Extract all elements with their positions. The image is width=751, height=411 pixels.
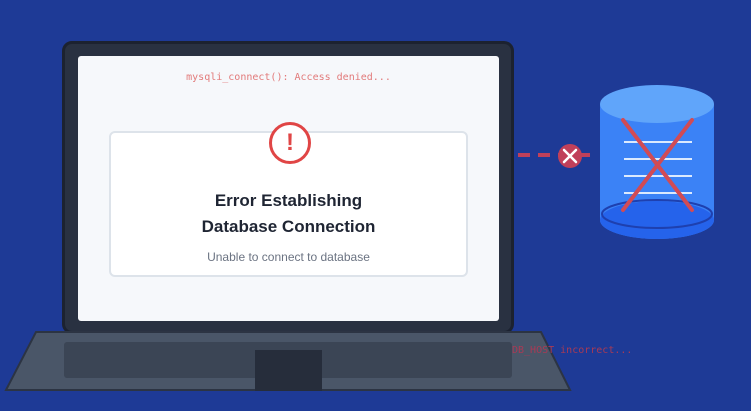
x-circle-icon xyxy=(558,144,582,168)
broken-connection-graphic xyxy=(518,85,714,239)
